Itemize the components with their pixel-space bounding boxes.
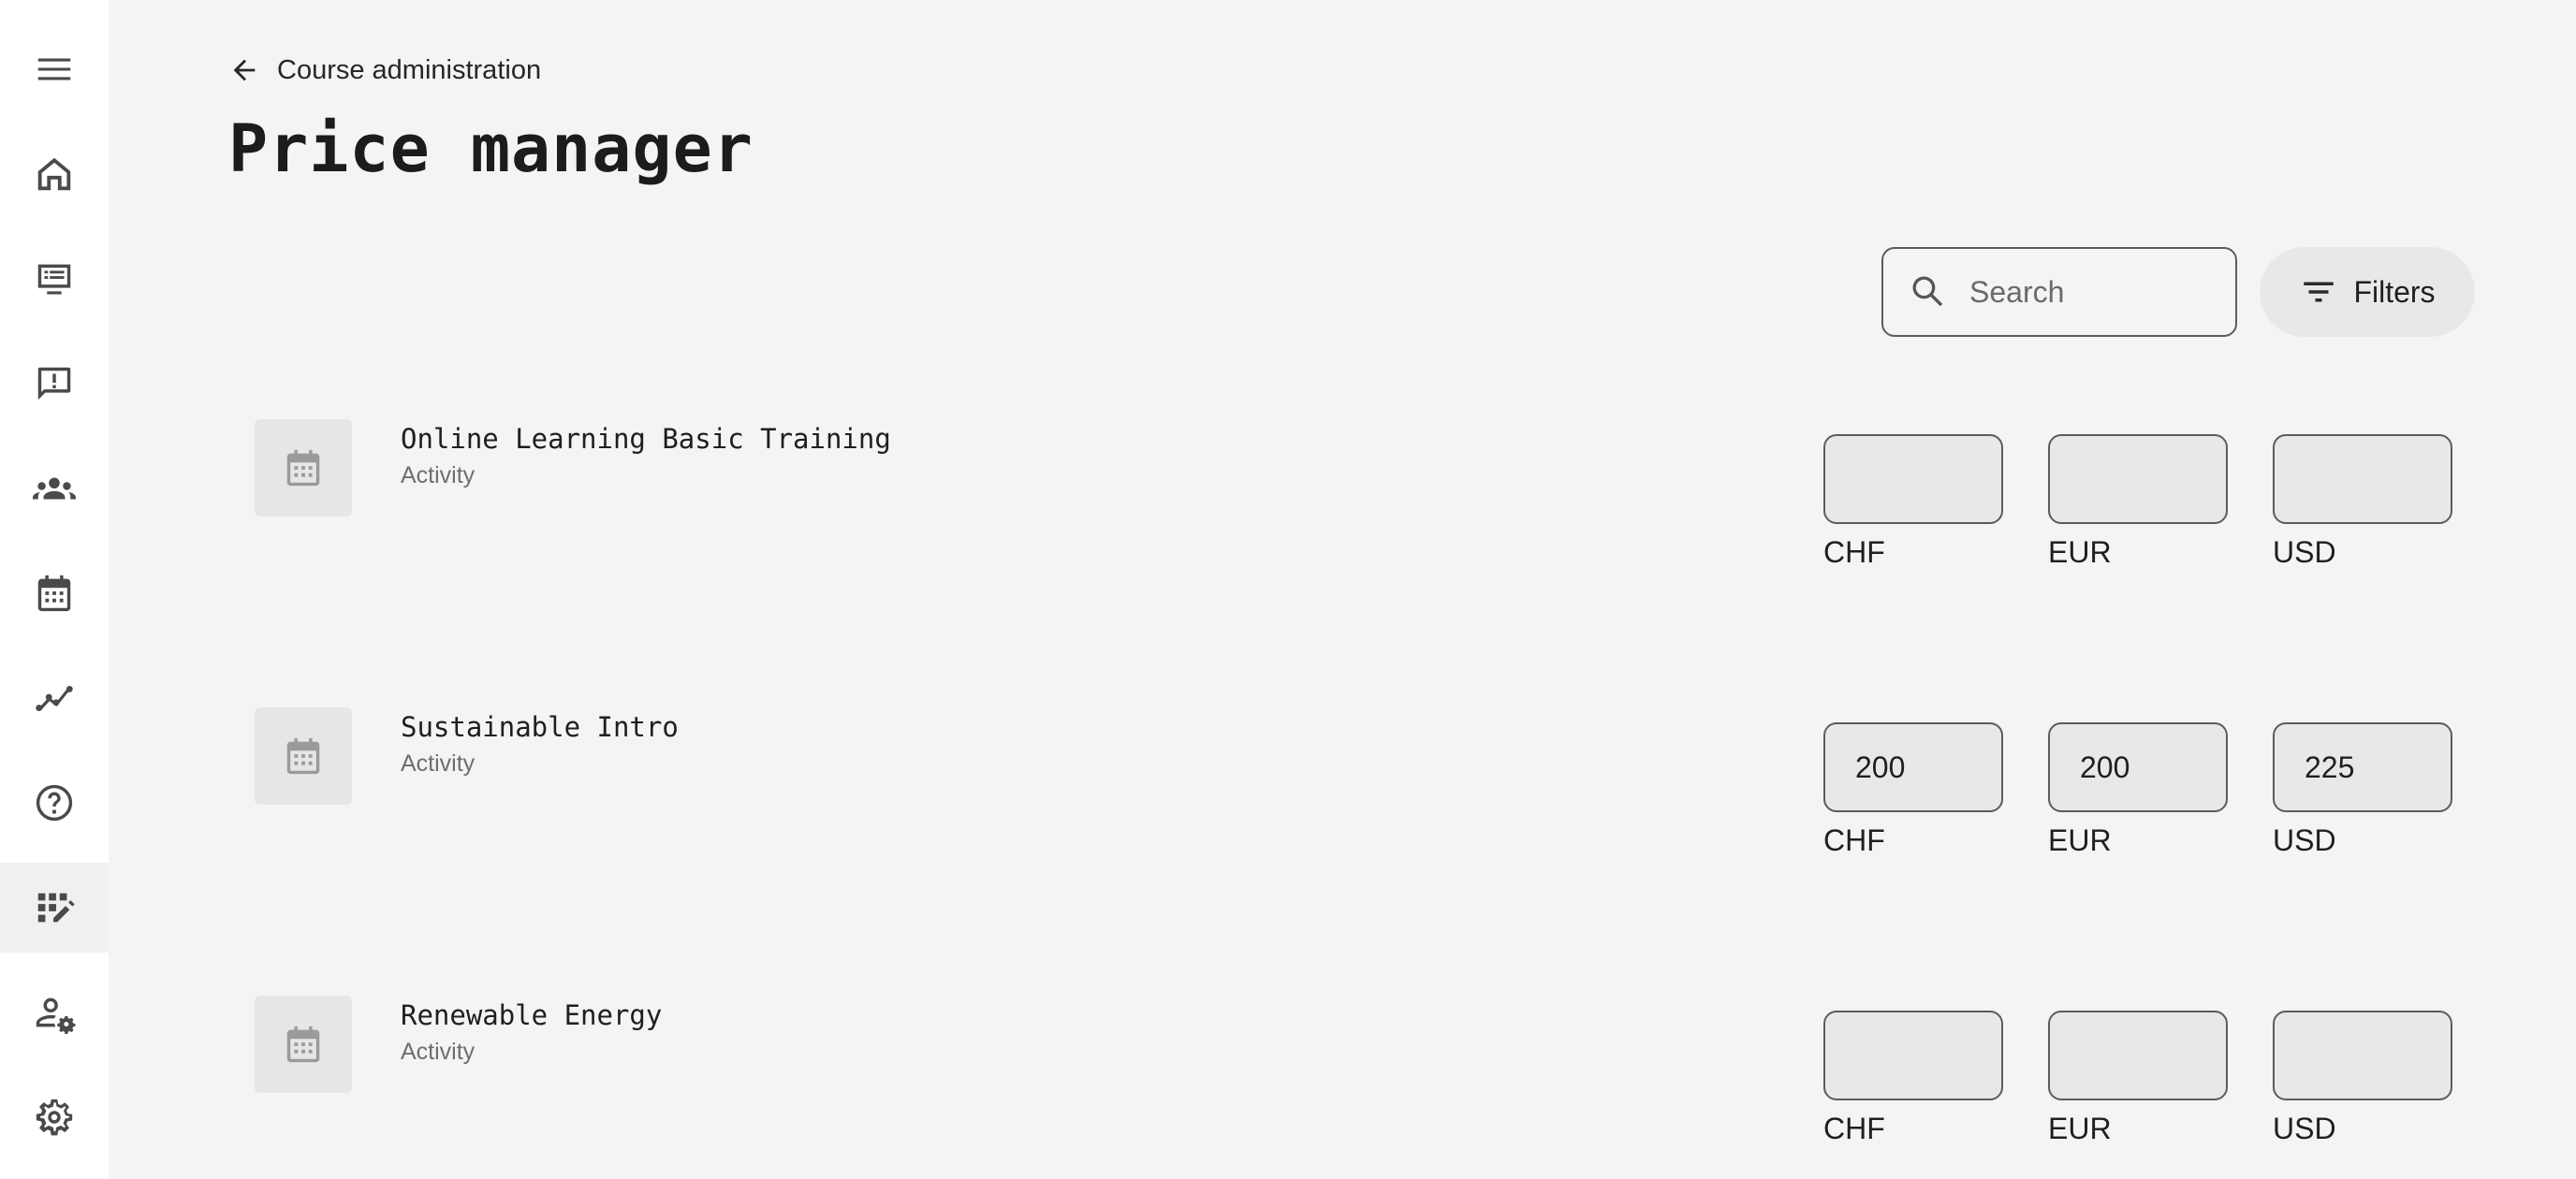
price-input-eur[interactable]: [2048, 434, 2228, 524]
list-item: Online Learning Basic Training Activity …: [0, 419, 2576, 606]
sidebar-item-feedback[interactable]: [0, 339, 109, 429]
back-link[interactable]: Course administration: [228, 54, 541, 86]
price-input-eur[interactable]: [2048, 722, 2228, 812]
calendar-icon: [286, 737, 320, 775]
activity-thumbnail: [255, 707, 352, 805]
currency-label-usd: USD: [2273, 823, 2336, 857]
filter-icon: [2304, 282, 2334, 302]
list-item: Sustainable Intro Activity CHF EUR USD: [0, 707, 2576, 895]
home-icon: [37, 157, 71, 191]
item-title: Renewable Energy: [401, 999, 663, 1031]
currency-label-usd: USD: [2273, 1112, 2336, 1145]
item-type: Activity: [401, 750, 476, 777]
list-item: Renewable Energy Activity CHF EUR USD: [0, 996, 2576, 1179]
item-title: Online Learning Basic Training: [401, 423, 891, 455]
courses-icon: [37, 264, 71, 295]
currency-label-usd: USD: [2273, 535, 2336, 569]
price-input-usd[interactable]: [2273, 1011, 2452, 1100]
price-input-chf[interactable]: [1823, 1011, 2003, 1100]
filters-button[interactable]: Filters: [2260, 247, 2475, 337]
sidebar-item-courses[interactable]: [0, 234, 109, 324]
calendar-icon: [286, 1026, 320, 1063]
page-title: Price manager: [228, 110, 754, 187]
sidebar-item-home[interactable]: [0, 129, 109, 219]
back-link-label: Course administration: [277, 54, 542, 85]
menu-icon: [37, 58, 71, 80]
price-input-chf[interactable]: [1823, 434, 2003, 524]
menu-button[interactable]: [0, 24, 109, 114]
search-box: [1881, 247, 2237, 337]
currency-label-chf: CHF: [1823, 1112, 1885, 1145]
search-input[interactable]: [1969, 274, 2213, 310]
activity-thumbnail: [255, 419, 352, 517]
search-icon: [1912, 276, 1943, 307]
price-input-usd[interactable]: [2273, 722, 2452, 812]
currency-label-chf: CHF: [1823, 535, 1885, 569]
price-input-usd[interactable]: [2273, 434, 2452, 524]
price-input-chf[interactable]: [1823, 722, 2003, 812]
activity-thumbnail: [255, 996, 352, 1093]
calendar-icon: [286, 449, 320, 487]
item-type: Activity: [401, 462, 476, 488]
feedback-icon: [37, 367, 71, 400]
filters-label: Filters: [2353, 274, 2436, 309]
currency-label-eur: EUR: [2048, 535, 2112, 569]
arrow-left-icon: [233, 59, 256, 81]
price-input-eur[interactable]: [2048, 1011, 2228, 1100]
item-type: Activity: [401, 1039, 476, 1065]
currency-label-chf: CHF: [1823, 823, 1885, 857]
currency-label-eur: EUR: [2048, 823, 2112, 857]
item-title: Sustainable Intro: [401, 711, 679, 743]
currency-label-eur: EUR: [2048, 1112, 2112, 1145]
